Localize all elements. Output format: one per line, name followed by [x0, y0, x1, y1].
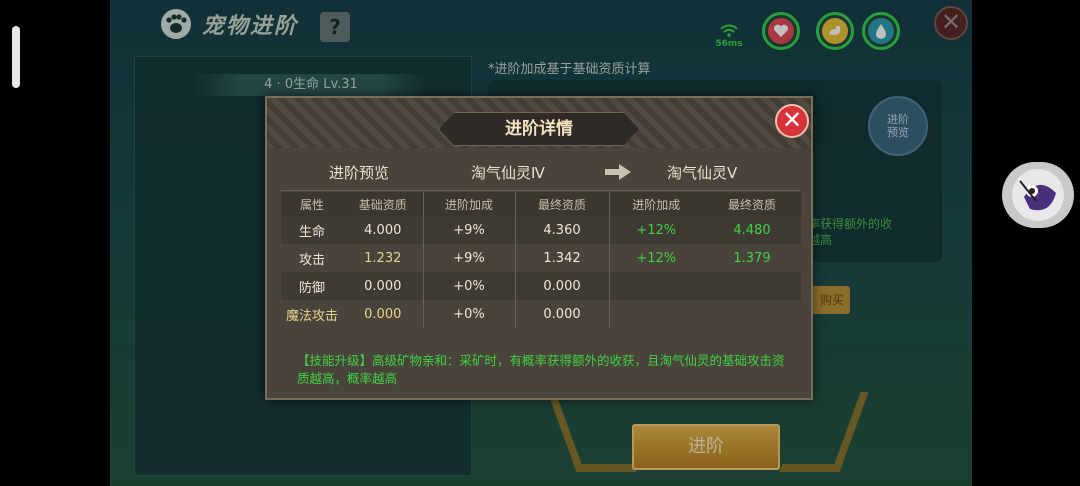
final-value: 4.360	[515, 216, 610, 244]
next-bonus-value: +12%	[609, 216, 703, 244]
base-value: 1.232	[343, 244, 424, 272]
attr-name: 攻击	[298, 252, 325, 268]
base-value: 0.000	[343, 272, 424, 300]
arrow-right-icon	[605, 164, 631, 180]
table-row: 攻击 1.232 +9% 1.342 +12% 1.379	[281, 244, 801, 272]
evolution-compare-row: 进阶预览 淘气仙灵Ⅳ 淘气仙灵Ⅴ	[281, 156, 801, 188]
floating-assistant-button[interactable]	[1002, 162, 1074, 228]
column-header: 基础资质	[343, 192, 424, 216]
base-value: 0.000	[343, 300, 424, 328]
final-value: 0.000	[515, 300, 610, 328]
current-form-name: 淘气仙灵Ⅳ	[471, 164, 545, 182]
base-value: 4.000	[343, 216, 424, 244]
next-final-value: 4.480	[703, 216, 801, 244]
bonus-value: +0%	[423, 272, 516, 300]
dialog-title: 进阶详情	[505, 119, 573, 139]
attr-name: 生命	[281, 216, 343, 244]
column-header: 属性	[281, 192, 343, 216]
final-value: 1.342	[515, 244, 610, 272]
next-bonus-value	[609, 272, 703, 300]
table-row: 防御 0.000 +0% 0.000	[281, 272, 801, 300]
next-final-value	[703, 300, 801, 328]
next-form-name: 淘气仙灵Ⅴ	[667, 164, 738, 182]
bonus-value: +9%	[423, 244, 516, 272]
divider	[281, 190, 801, 191]
skill-upgrade-text: 【技能升级】高级矿物亲和：采矿时，有概率获得额外的收获，且淘气仙灵的基础攻击资质…	[297, 353, 785, 386]
column-header: 最终资质	[703, 192, 801, 216]
table-header-row: 属性 基础资质 进阶加成 最终资质 进阶加成 最终资质	[281, 192, 801, 216]
bonus-value: +9%	[423, 216, 516, 244]
next-final-value: 1.379	[733, 250, 771, 266]
final-value: 0.000	[515, 272, 610, 300]
bonus-value: +0%	[423, 300, 516, 328]
advance-details-dialog: 进阶详情 ✕ 进阶预览 淘气仙灵Ⅳ 淘气仙灵Ⅴ 属性 基础资质 进阶加成 最终资…	[265, 96, 813, 400]
attr-name: 魔法攻击	[285, 308, 338, 324]
table-row: 生命 4.000 +9% 4.360 +12% 4.480	[281, 216, 801, 244]
stats-table: 属性 基础资质 进阶加成 最终资质 进阶加成 最终资质 生命 4.000 +9%…	[281, 192, 801, 328]
preview-label: 进阶预览	[329, 164, 390, 182]
column-header: 进阶加成	[609, 192, 703, 216]
table-row: 魔法攻击 0.000 +0% 0.000	[281, 300, 801, 328]
fish-mascot-icon	[1012, 169, 1064, 221]
next-bonus-value	[609, 300, 703, 328]
attr-name: 防御	[281, 272, 343, 300]
system-nav-pill	[12, 26, 20, 88]
next-bonus-value: +12%	[636, 250, 677, 266]
next-final-value	[703, 272, 801, 300]
dialog-close-button[interactable]: ✕	[775, 104, 809, 138]
column-header: 进阶加成	[423, 192, 516, 216]
column-header: 最终资质	[515, 192, 610, 216]
